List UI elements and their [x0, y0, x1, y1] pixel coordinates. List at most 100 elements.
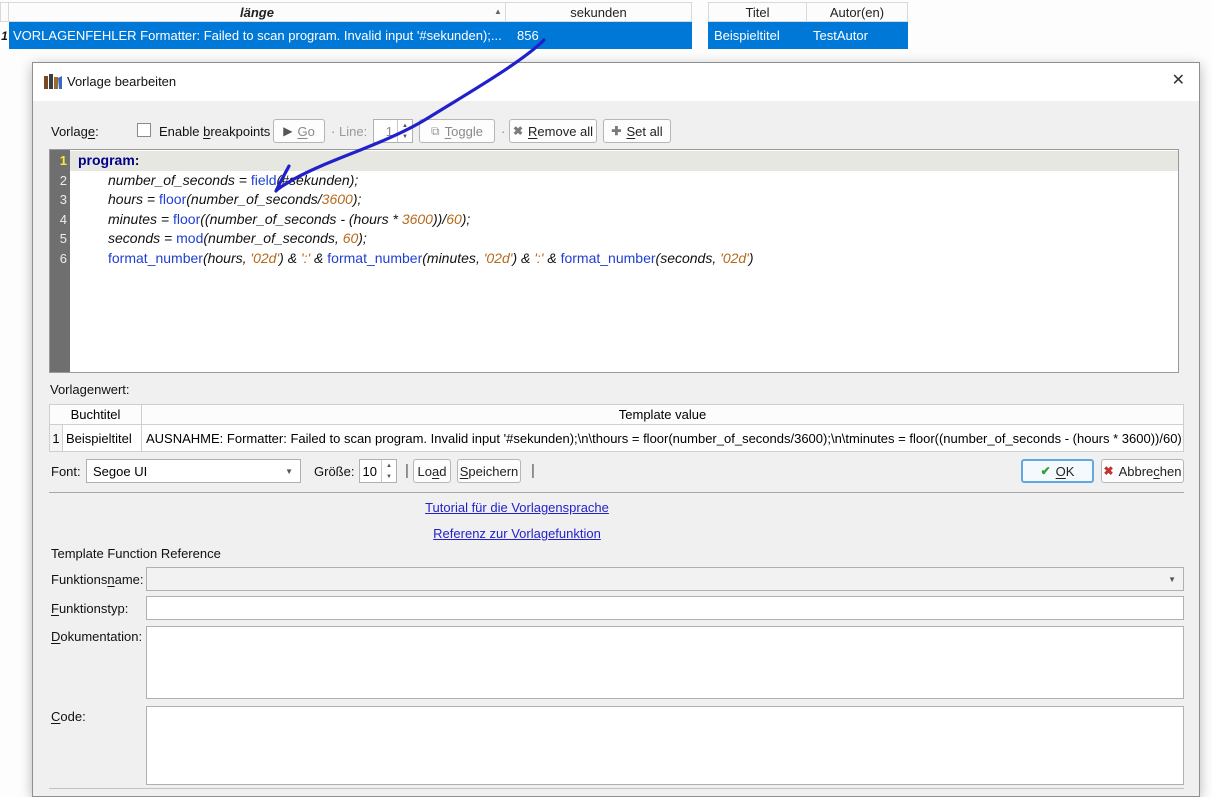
check-icon: ✔ [1040, 464, 1051, 478]
code-token: & [543, 249, 561, 266]
column-header-titel[interactable]: Titel [708, 2, 807, 22]
dokumentation-textarea[interactable] [146, 626, 1184, 699]
ok-button[interactable]: ✔ OK [1021, 459, 1094, 483]
row-number: 1 [0, 22, 9, 49]
column-header-buchtitel[interactable]: Buchtitel [49, 404, 142, 425]
code-textarea[interactable] [146, 706, 1184, 785]
play-icon: ▶ [283, 124, 293, 138]
line-label: Line: [339, 124, 368, 139]
code-token: program [78, 152, 135, 168]
tutorial-link[interactable]: Tutorial für die Vorlagensprache [425, 500, 609, 515]
code-label: Code: [51, 709, 86, 724]
editor-code-line[interactable]: program: [70, 151, 1178, 171]
code-token: mod [176, 230, 204, 246]
code-token: = [234, 171, 251, 188]
code-token: 3600 [401, 210, 433, 227]
editor-code-line[interactable]: seconds = mod(number_of_seconds, 60); [78, 229, 1178, 249]
code-token: - ( [336, 210, 354, 227]
column-header-autor[interactable]: Autor(en) [806, 2, 908, 22]
code-token: minutes [426, 249, 476, 266]
column-header-laenge[interactable]: länge [8, 2, 506, 22]
editor-code[interactable]: program: number_of_seconds = field(#seku… [70, 150, 1178, 372]
column-header-sekunden[interactable]: sekunden [505, 2, 692, 22]
table-row[interactable]: Beispieltitel TestAutor [708, 22, 908, 49]
size-label: Größe: [314, 464, 355, 479]
code-token: number_of_seconds [208, 230, 335, 246]
plus-icon: ✚ [611, 124, 622, 138]
code-token: = [160, 230, 177, 246]
set-all-label: Set all [626, 123, 663, 139]
code-token: hours [353, 210, 389, 227]
table-row[interactable]: VORLAGENFEHLER Formatter: Failed to scan… [9, 22, 692, 49]
size-spinner[interactable]: 10 ▲ ▼ [359, 459, 397, 483]
toggle-icon: ⧉ [431, 123, 440, 138]
load-button[interactable]: Load [413, 459, 451, 483]
spin-up-icon[interactable]: ▲ [382, 460, 396, 471]
load-button-label: Load [417, 463, 447, 479]
cell-buchtitel[interactable]: Beispieltitel [62, 425, 142, 452]
funktionsname-combobox[interactable]: ▼ [146, 567, 1184, 591]
code-token: ); [461, 210, 471, 227]
editor-gutter: 1 2 3 4 5 6 [50, 150, 70, 372]
font-combobox[interactable]: Segoe UI ▼ [86, 459, 301, 483]
referenz-link[interactable]: Referenz zur Vorlagefunktion [433, 526, 601, 541]
toggle-button-label: Toggle [444, 123, 483, 139]
remove-all-label: Remove all [528, 123, 594, 139]
line-spinner-value: 1 [385, 123, 393, 139]
editor-line-number: 5 [59, 231, 67, 246]
line-spinner[interactable]: 1 ▲ ▼ [373, 119, 413, 143]
editor-code-line[interactable]: format_number(hours, '02d') & ':' & form… [78, 249, 1178, 269]
chevron-down-icon: ▼ [285, 466, 293, 476]
font-label: Font: [51, 464, 81, 479]
dialog-title: Vorlage bearbeiten [67, 74, 177, 89]
code-token: = [157, 210, 173, 227]
editor-code-line[interactable]: minutes = floor((number_of_seconds - (ho… [78, 210, 1178, 230]
font-combobox-value: Segoe UI [93, 463, 148, 479]
spinner-arrows[interactable]: ▲ ▼ [397, 120, 412, 142]
abbrechen-button[interactable]: ✖ Abbrechen [1101, 459, 1184, 483]
cross-icon: ✖ [1103, 464, 1114, 478]
code-token: ); [358, 230, 367, 246]
enable-breakpoints-label[interactable]: Enable breakpoints [159, 124, 270, 139]
remove-all-breakpoints-button[interactable]: ✖ Remove all [509, 119, 597, 143]
spin-up-icon[interactable]: ▲ [398, 120, 412, 131]
cell-template-value[interactable]: AUSNAHME: Formatter: Failed to scan prog… [141, 425, 1184, 452]
code-token: #sekunden [281, 171, 350, 188]
editor-code-line[interactable]: hours = floor(number_of_seconds/3600); [78, 190, 1178, 210]
divider [49, 492, 1184, 493]
function-reference-title: Template Function Reference [51, 546, 221, 561]
close-icon[interactable]: ✕ [1172, 72, 1185, 90]
spin-down-icon[interactable]: ▼ [382, 471, 396, 482]
column-header-template-value[interactable]: Template value [141, 404, 1184, 425]
separator-pipe: | [405, 462, 409, 479]
code-token: ); [349, 171, 359, 188]
abbrechen-button-label: Abbrechen [1118, 463, 1182, 479]
template-value-table: Buchtitel Template value 1 Beispieltitel… [49, 404, 1184, 454]
row-number: 1 [49, 425, 63, 452]
code-token: ) & [512, 249, 535, 266]
enable-breakpoints-checkbox[interactable] [137, 123, 151, 137]
go-button[interactable]: ▶ Go [273, 119, 325, 143]
code-token: '02d' [483, 249, 513, 266]
remove-x-icon: ✖ [512, 124, 524, 138]
code-token: '02d' [720, 249, 749, 266]
spinner-arrows[interactable]: ▲ ▼ [381, 460, 396, 482]
toggle-breakpoint-button[interactable]: ⧉ Toggle [419, 119, 495, 143]
ok-button-label: OK [1055, 463, 1075, 479]
code-token: & [310, 249, 328, 266]
spin-down-icon[interactable]: ▼ [398, 131, 412, 142]
template-code-editor[interactable]: 1 2 3 4 5 6 program: number_of_seconds = fiel… [49, 149, 1179, 373]
dialog-titlebar[interactable]: Vorlage bearbeiten ✕ [33, 63, 1199, 101]
funktionstyp-input[interactable] [146, 596, 1184, 620]
code-token: * [388, 210, 402, 227]
set-all-breakpoints-button[interactable]: ✚ Set all [603, 119, 671, 143]
speichern-button[interactable]: Speichern [457, 459, 521, 483]
column-header-label: Buchtitel [70, 407, 121, 422]
column-header-label: Autor(en) [829, 4, 885, 20]
column-header-label: Template value [618, 407, 707, 422]
editor-code-line[interactable]: number_of_seconds = field(#sekunden); [78, 171, 1178, 191]
code-token: number_of_seconds [108, 171, 235, 188]
code-token: seconds [108, 230, 161, 246]
chevron-down-icon: ▼ [1168, 574, 1176, 584]
